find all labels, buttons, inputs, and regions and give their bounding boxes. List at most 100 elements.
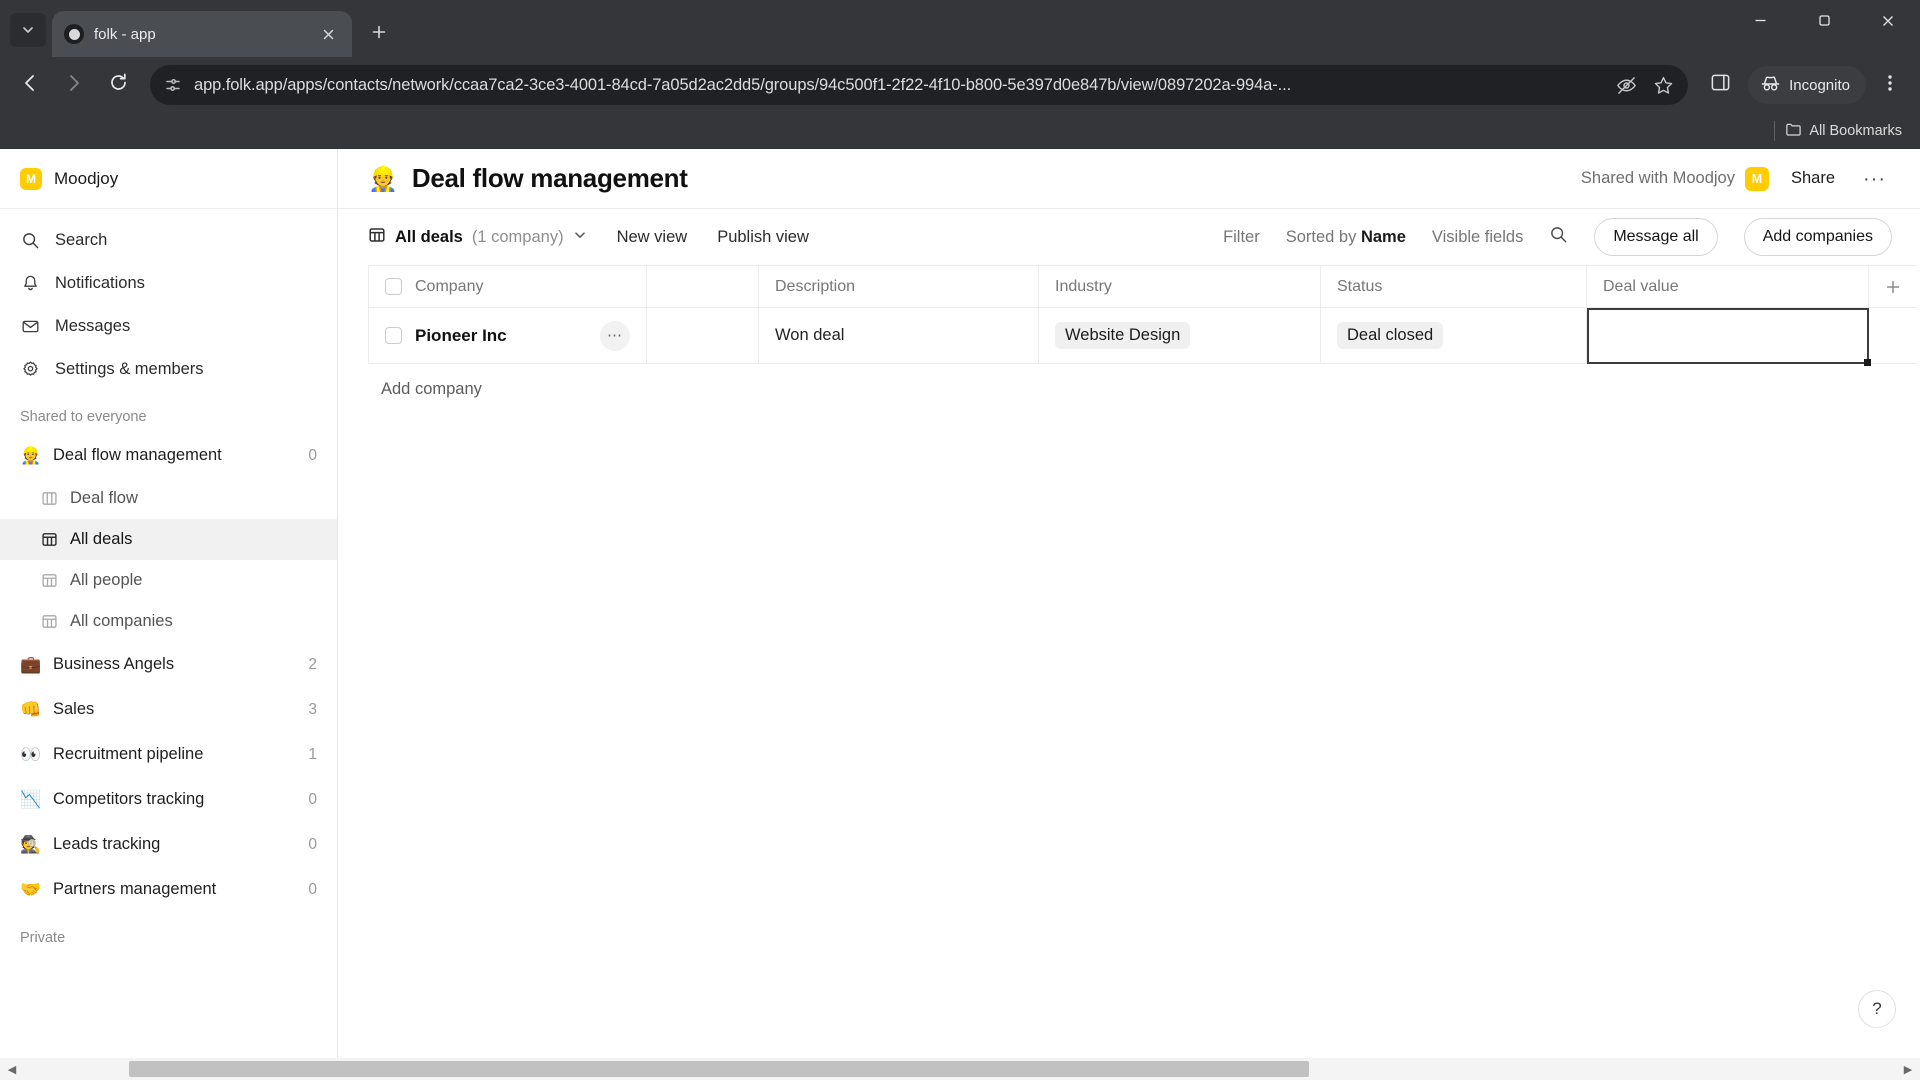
cell-company[interactable]: Pioneer Inc ⋯: [368, 307, 647, 364]
back-button[interactable]: [10, 65, 50, 105]
sidebar: M Moodjoy Search Notifications Messages …: [0, 149, 338, 1080]
page-info-icon[interactable]: [164, 76, 182, 94]
cell-status[interactable]: Deal closed: [1320, 307, 1587, 364]
sidebar-view-label: Deal flow: [70, 489, 138, 507]
company-name: Pioneer Inc: [415, 325, 507, 345]
reload-button[interactable]: [98, 65, 138, 105]
table-header-row: Company Description Industry Status Deal…: [368, 265, 1917, 308]
tab-strip: folk - app: [0, 0, 1920, 57]
select-all-checkbox[interactable]: [385, 278, 402, 295]
new-tab-button[interactable]: [362, 17, 396, 51]
filter-button[interactable]: Filter: [1223, 228, 1260, 247]
cell-industry[interactable]: Website Design: [1038, 307, 1321, 364]
caret-left-icon[interactable]: ◀: [0, 1058, 24, 1080]
window-close-button[interactable]: [1856, 0, 1920, 46]
help-button[interactable]: ?: [1858, 990, 1896, 1028]
close-icon[interactable]: [316, 22, 340, 46]
minimize-button[interactable]: [1728, 0, 1792, 46]
sidebar-view-all-companies[interactable]: All companies: [0, 601, 337, 642]
column-header-deal-value[interactable]: Deal value: [1586, 265, 1869, 308]
search-icon[interactable]: [1549, 225, 1568, 249]
sidebar-group-leads-tracking[interactable]: 🕵️ Leads tracking 0: [0, 822, 337, 867]
table-row[interactable]: Pioneer Inc ⋯ Won deal Website Design De…: [368, 307, 1917, 366]
sidebar-group-partners-management[interactable]: 🤝 Partners management 0: [0, 867, 337, 912]
header-more-button[interactable]: ···: [1857, 169, 1892, 189]
ellipsis-icon[interactable]: ⋯: [600, 320, 630, 351]
column-header-description[interactable]: Description: [758, 265, 1039, 308]
sidebar-item-notifications[interactable]: Notifications: [0, 262, 337, 305]
page-header: 👷 Deal flow management Shared with Moodj…: [338, 149, 1920, 209]
column-header-status[interactable]: Status: [1320, 265, 1587, 308]
sidebar-group-recruitment-pipeline[interactable]: 👀 Recruitment pipeline 1: [0, 732, 337, 777]
envelope-icon: [20, 317, 40, 336]
cell-deal-value[interactable]: [1586, 307, 1871, 366]
add-companies-button[interactable]: Add companies: [1743, 218, 1892, 256]
new-view-button[interactable]: New view: [617, 228, 688, 247]
chart-down-emoji-icon: 📉: [20, 789, 42, 810]
chevron-down-icon: [573, 228, 587, 247]
sidebar-view-deal-flow[interactable]: Deal flow: [0, 478, 337, 519]
briefcase-emoji-icon: 💼: [20, 654, 42, 675]
eye-slash-icon[interactable]: [1616, 75, 1637, 96]
table-icon: [368, 226, 386, 249]
horizontal-scrollbar[interactable]: ◀ ▶: [0, 1058, 1920, 1080]
sidebar-view-all-people[interactable]: All people: [0, 560, 337, 601]
message-all-button[interactable]: Message all: [1594, 218, 1718, 256]
column-header-blank[interactable]: [646, 265, 759, 308]
share-button[interactable]: Share: [1783, 165, 1843, 192]
sidebar-group-sales[interactable]: 👊 Sales 3: [0, 687, 337, 732]
sidebar-group-deal-flow-management[interactable]: 👷 Deal flow management 0: [0, 433, 337, 478]
sidebar-section-private-label: Private: [20, 930, 66, 946]
sidebar-group-business-angels[interactable]: 💼 Business Angels 2: [0, 642, 337, 687]
forward-button[interactable]: [54, 65, 94, 105]
browser-tab[interactable]: folk - app: [52, 11, 352, 57]
sidebar-item-search[interactable]: Search: [0, 219, 337, 262]
star-icon[interactable]: [1653, 75, 1674, 96]
shared-with-label: Shared with Moodjoy: [1580, 169, 1735, 187]
column-header-company[interactable]: Company: [368, 265, 647, 308]
sidebar-group-label: Competitors tracking: [53, 790, 205, 808]
add-company-button[interactable]: Add company: [368, 364, 1920, 399]
browser-menu-button[interactable]: [1870, 65, 1910, 105]
sidebar-view-all-deals[interactable]: All deals: [0, 519, 337, 560]
maximize-button[interactable]: [1792, 0, 1856, 46]
sidebar-group-competitors-tracking[interactable]: 📉 Competitors tracking 0: [0, 777, 337, 822]
tab-search-button[interactable]: [10, 13, 46, 47]
fist-emoji-icon: 👊: [20, 699, 42, 720]
sidebar-item-settings-members[interactable]: Settings & members: [0, 348, 337, 391]
side-panel-button[interactable]: [1700, 65, 1740, 105]
scrollbar-track[interactable]: [24, 1058, 1896, 1080]
sidebar-item-label: Messages: [55, 317, 131, 335]
sidebar-section-shared-label: Shared to everyone: [20, 409, 147, 425]
sidebar-item-messages[interactable]: Messages: [0, 305, 337, 348]
folk-app: M Moodjoy Search Notifications Messages …: [0, 149, 1920, 1080]
sidebar-view-label: All companies: [70, 612, 173, 630]
side-panel-icon: [1710, 72, 1731, 98]
visible-fields-button[interactable]: Visible fields: [1432, 228, 1523, 247]
caret-right-icon[interactable]: ▶: [1896, 1058, 1920, 1080]
three-dot-menu-icon: [1887, 72, 1893, 99]
column-header-industry[interactable]: Industry: [1038, 265, 1321, 308]
forward-arrow-icon: [63, 72, 85, 99]
plus-icon: [371, 24, 387, 45]
browser-toolbar: app.folk.app/apps/contacts/network/ccaa7…: [0, 57, 1920, 113]
cell-blank[interactable]: [646, 307, 759, 364]
view-selector[interactable]: All deals (1 company): [368, 226, 587, 249]
cell-row-end: [1868, 307, 1917, 364]
workspace-switcher[interactable]: M Moodjoy: [0, 149, 337, 209]
view-toolbar: All deals (1 company) New view Publish v…: [338, 209, 1920, 265]
row-checkbox[interactable]: [385, 327, 402, 344]
incognito-icon: [1760, 73, 1781, 98]
all-bookmarks-button[interactable]: All Bookmarks: [1785, 121, 1902, 142]
address-bar[interactable]: app.folk.app/apps/contacts/network/ccaa7…: [150, 65, 1689, 105]
table-icon: [40, 531, 58, 548]
shared-with-indicator[interactable]: Shared with Moodjoy M: [1580, 166, 1769, 191]
scrollbar-thumb[interactable]: [129, 1061, 1309, 1077]
sort-button[interactable]: Sorted by Name: [1286, 228, 1406, 247]
back-arrow-icon: [19, 72, 41, 99]
bookmarks-bar: All Bookmarks: [0, 113, 1920, 149]
incognito-indicator[interactable]: Incognito: [1748, 66, 1866, 104]
publish-view-button[interactable]: Publish view: [717, 228, 809, 247]
cell-description[interactable]: Won deal: [758, 307, 1039, 364]
add-column-button[interactable]: [1868, 265, 1917, 308]
